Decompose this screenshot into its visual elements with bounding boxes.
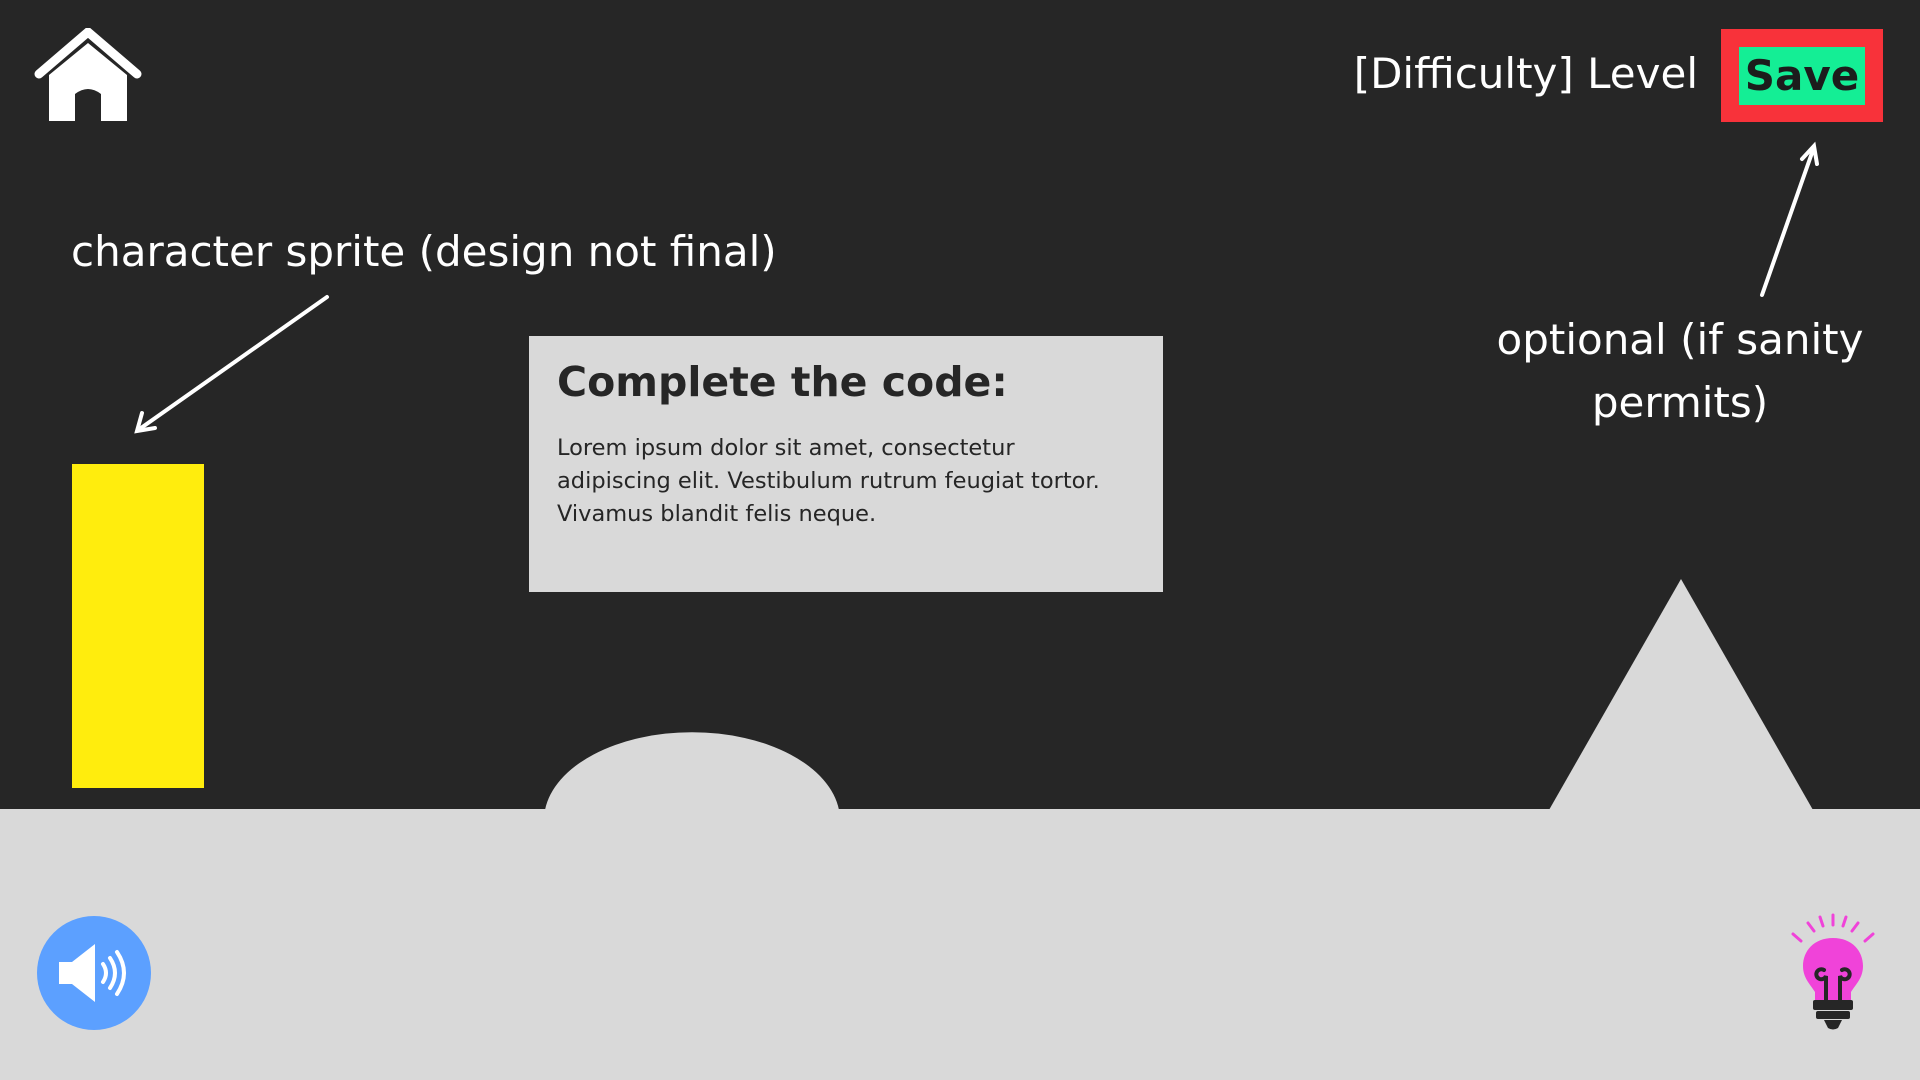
speaker-volume-icon <box>59 944 126 1002</box>
sprite-annotation-arrow <box>134 295 329 434</box>
dome-obstacle <box>545 732 839 810</box>
home-button[interactable] <box>34 28 142 124</box>
level-label: [Difficulty] Level <box>1353 49 1698 98</box>
save-annotation-arrow <box>1760 141 1819 297</box>
code-prompt-title: Complete the code: <box>557 358 1008 406</box>
spike-obstacle <box>1549 579 1813 810</box>
save-annotation: optional (if sanity permits) <box>1496 315 1864 427</box>
code-prompt-body: Lorem ipsum dolor sit amet, consectetur … <box>557 435 1100 527</box>
lightbulb-icon <box>1791 913 1875 1030</box>
game-screen: [Difficulty] Level Save character sprite… <box>0 0 1920 1080</box>
character-sprite <box>72 464 204 788</box>
hint-button[interactable] <box>1786 912 1880 1032</box>
home-icon <box>34 28 142 121</box>
sound-toggle-button[interactable] <box>37 916 151 1030</box>
sprite-annotation: character sprite (design not final) <box>71 227 777 276</box>
save-button-frame: Save <box>1721 29 1883 122</box>
save-button[interactable]: Save <box>1739 47 1865 105</box>
code-prompt-panel: Complete the code: Lorem ipsum dolor sit… <box>529 336 1163 592</box>
ground <box>0 809 1920 1080</box>
